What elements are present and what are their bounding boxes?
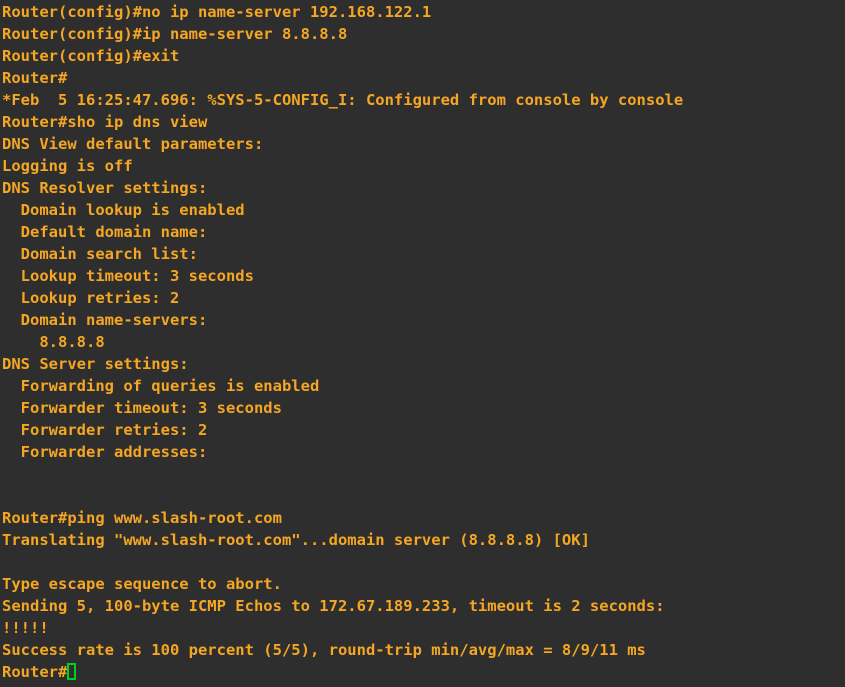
terminal-line: Forwarding of queries is enabled [2,375,845,397]
terminal-line: Forwarder retries: 2 [2,419,845,441]
terminal-line: Router#sho ip dns view [2,111,845,133]
terminal-line: 8.8.8.8 [2,331,845,353]
terminal-blank-line [2,463,845,485]
terminal-line: !!!!! [2,617,845,639]
terminal-line: Logging is off [2,155,845,177]
terminal-prompt-line: Router# [2,661,845,683]
terminal-line: Lookup retries: 2 [2,287,845,309]
terminal-line: Forwarder timeout: 3 seconds [2,397,845,419]
terminal-line: Router# [2,67,845,89]
terminal-console-output[interactable]: Router(config)#no ip name-server 192.168… [0,0,845,687]
terminal-line: Router(config)#ip name-server 8.8.8.8 [2,23,845,45]
terminal-line: Sending 5, 100-byte ICMP Echos to 172.67… [2,595,845,617]
terminal-line: Translating "www.slash-root.com"...domai… [2,529,845,551]
terminal-line: DNS Server settings: [2,353,845,375]
terminal-line: Domain lookup is enabled [2,199,845,221]
terminal-line: DNS Resolver settings: [2,177,845,199]
terminal-line: Router#ping www.slash-root.com [2,507,845,529]
terminal-line: Forwarder addresses: [2,441,845,463]
terminal-line: Domain search list: [2,243,845,265]
terminal-blank-line [2,485,845,507]
terminal-cursor[interactable] [67,663,76,680]
terminal-line: Domain name-servers: [2,309,845,331]
terminal-line: Router(config)#exit [2,45,845,67]
terminal-line: *Feb 5 16:25:47.696: %SYS-5-CONFIG_I: Co… [2,89,845,111]
terminal-line: Lookup timeout: 3 seconds [2,265,845,287]
terminal-line: DNS View default parameters: [2,133,845,155]
terminal-line: Router(config)#no ip name-server 192.168… [2,1,845,23]
terminal-prompt-text: Router# [2,663,67,681]
terminal-line: Default domain name: [2,221,845,243]
terminal-line: Type escape sequence to abort. [2,573,845,595]
terminal-line: Success rate is 100 percent (5/5), round… [2,639,845,661]
terminal-blank-line [2,551,845,573]
